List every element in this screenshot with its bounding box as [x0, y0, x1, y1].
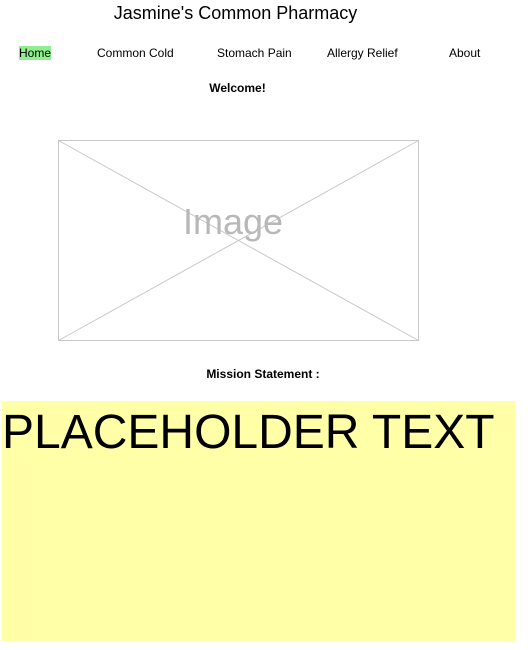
nav-item-about[interactable]: About: [449, 46, 480, 61]
mission-statement-text: PLACEHOLDER TEXT: [2, 406, 495, 459]
nav-item-stomach-pain[interactable]: Stomach Pain: [217, 46, 292, 61]
image-placeholder-label: Image: [182, 201, 284, 242]
nav-item-home[interactable]: Home: [19, 46, 52, 61]
image-placeholder: Image: [58, 140, 419, 341]
welcome-heading: Welcome!: [209, 81, 266, 95]
site-title: Jasmine's Common Pharmacy: [113, 3, 358, 23]
mission-statement-box: PLACEHOLDER TEXT: [2, 401, 515, 641]
nav-item-label: About: [449, 46, 481, 60]
main-nav: Home Common Cold Stomach Pain Allergy Re…: [0, 46, 530, 62]
mission-statement-label: Mission Statement :: [206, 367, 320, 381]
nav-item-common-cold[interactable]: Common Cold: [97, 46, 174, 61]
nav-item-label: Allergy Relief: [327, 46, 398, 60]
nav-item-label: Home: [19, 46, 52, 60]
nav-item-label: Common Cold: [97, 46, 174, 60]
nav-item-label: Stomach Pain: [217, 46, 292, 60]
nav-item-allergy-relief[interactable]: Allergy Relief: [327, 46, 398, 61]
